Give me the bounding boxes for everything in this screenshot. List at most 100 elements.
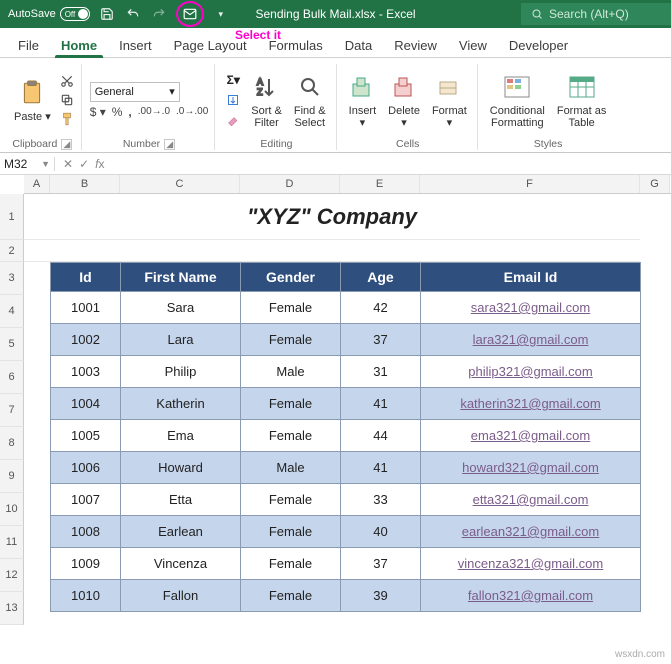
- conditional-formatting-button[interactable]: Conditional Formatting: [486, 69, 549, 131]
- row-headers[interactable]: 12345678910111213: [0, 194, 24, 625]
- tab-file[interactable]: File: [8, 32, 49, 57]
- cell-gender[interactable]: Female: [241, 420, 341, 452]
- paste-button[interactable]: Paste ▾: [10, 75, 55, 125]
- email-link[interactable]: howard321@gmail.com: [462, 460, 599, 475]
- table-row[interactable]: 1006HowardMale41howard321@gmail.com: [51, 452, 641, 484]
- email-link[interactable]: earlean321@gmail.com: [462, 524, 600, 539]
- tab-formulas[interactable]: Formulas: [259, 32, 333, 57]
- delete-cells-button[interactable]: Delete▾: [384, 69, 424, 131]
- row-header-13[interactable]: 13: [0, 592, 24, 625]
- worksheet[interactable]: ABCDEFG 12345678910111213 "XYZ" Company …: [0, 175, 671, 625]
- cell-id[interactable]: 1008: [51, 516, 121, 548]
- cancel-formula-icon[interactable]: ✕: [63, 157, 73, 171]
- row-header-12[interactable]: 12: [0, 559, 24, 592]
- cell-email[interactable]: earlean321@gmail.com: [421, 516, 641, 548]
- column-headers[interactable]: ABCDEFG: [24, 175, 671, 194]
- row-header-1[interactable]: 1: [0, 194, 24, 240]
- table-row[interactable]: 1008EarleanFemale40 earlean321@gmail.com: [51, 516, 641, 548]
- cell-first[interactable]: Earlean: [121, 516, 241, 548]
- cell-id[interactable]: 1005: [51, 420, 121, 452]
- insert-cells-button[interactable]: Insert▾: [345, 69, 381, 131]
- increase-decimal-button[interactable]: .00→.0: [138, 106, 170, 117]
- cell-gender[interactable]: Male: [241, 452, 341, 484]
- cell-first[interactable]: Katherin: [121, 388, 241, 420]
- email-link[interactable]: ema321@gmail.com: [471, 428, 590, 443]
- cell-id[interactable]: 1009: [51, 548, 121, 580]
- cell-first[interactable]: Howard: [121, 452, 241, 484]
- table-row[interactable]: 1004KatherinFemale41katherin321@gmail.co…: [51, 388, 641, 420]
- row-header-8[interactable]: 8: [0, 427, 24, 460]
- email-link[interactable]: lara321@gmail.com: [473, 332, 589, 347]
- cell-gender[interactable]: Female: [241, 292, 341, 324]
- col-header-E[interactable]: E: [340, 175, 420, 193]
- cell-id[interactable]: 1004: [51, 388, 121, 420]
- cell-id[interactable]: 1002: [51, 324, 121, 356]
- tab-view[interactable]: View: [449, 32, 497, 57]
- cell-first[interactable]: Philip: [121, 356, 241, 388]
- fx-icon[interactable]: fx: [95, 157, 104, 171]
- clipboard-dialog-launcher[interactable]: ◢: [61, 139, 72, 150]
- cell-age[interactable]: 42: [341, 292, 421, 324]
- cell-first[interactable]: Etta: [121, 484, 241, 516]
- autosum-button[interactable]: Σ▾: [223, 72, 243, 88]
- table-row[interactable]: 1001SaraFemale42sara321@gmail.com: [51, 292, 641, 324]
- cell-gender[interactable]: Female: [241, 324, 341, 356]
- row-header-4[interactable]: 4: [0, 295, 24, 328]
- col-header-A[interactable]: A: [24, 175, 50, 193]
- format-painter-icon[interactable]: [59, 111, 75, 127]
- cell-first[interactable]: Ema: [121, 420, 241, 452]
- number-format-select[interactable]: General▾: [90, 82, 180, 102]
- cell-first[interactable]: Sara: [121, 292, 241, 324]
- cell-email[interactable]: lara321@gmail.com: [421, 324, 641, 356]
- email-link[interactable]: katherin321@gmail.com: [460, 396, 600, 411]
- tab-insert[interactable]: Insert: [109, 32, 162, 57]
- fill-button[interactable]: [223, 92, 243, 108]
- email-link[interactable]: philip321@gmail.com: [468, 364, 592, 379]
- decrease-decimal-button[interactable]: .0→.00: [176, 106, 208, 117]
- cell-email[interactable]: ema321@gmail.com: [421, 420, 641, 452]
- cell-first[interactable]: Lara: [121, 324, 241, 356]
- tab-data[interactable]: Data: [335, 32, 382, 57]
- row-header-3[interactable]: 3: [0, 262, 24, 295]
- cell-email[interactable]: philip321@gmail.com: [421, 356, 641, 388]
- row-header-10[interactable]: 10: [0, 493, 24, 526]
- cell-email[interactable]: howard321@gmail.com: [421, 452, 641, 484]
- table-row[interactable]: 1002LaraFemale37lara321@gmail.com: [51, 324, 641, 356]
- col-header-B[interactable]: B: [50, 175, 120, 193]
- row-header-9[interactable]: 9: [0, 460, 24, 493]
- qat-dropdown-icon[interactable]: ▾: [212, 5, 230, 23]
- cell-age[interactable]: 31: [341, 356, 421, 388]
- tab-developer[interactable]: Developer: [499, 32, 578, 57]
- row-header-6[interactable]: 6: [0, 361, 24, 394]
- percent-format-button[interactable]: %: [112, 105, 123, 119]
- copy-icon[interactable]: [59, 92, 75, 108]
- email-link[interactable]: fallon321@gmail.com: [468, 588, 593, 603]
- cell-email[interactable]: etta321@gmail.com: [421, 484, 641, 516]
- cell-gender[interactable]: Female: [241, 580, 341, 612]
- cell-age[interactable]: 40: [341, 516, 421, 548]
- grid-area[interactable]: "XYZ" Company IdFirst NameGenderAgeEmail…: [24, 194, 641, 625]
- email-link[interactable]: etta321@gmail.com: [473, 492, 589, 507]
- cell-id[interactable]: 1003: [51, 356, 121, 388]
- table-row[interactable]: 1009VincenzaFemale37vincenza321@gmail.co…: [51, 548, 641, 580]
- row-header-2[interactable]: 2: [0, 240, 24, 262]
- cell-id[interactable]: 1010: [51, 580, 121, 612]
- row-header-7[interactable]: 7: [0, 394, 24, 427]
- tab-home[interactable]: Home: [51, 32, 107, 57]
- cell-email[interactable]: sara321@gmail.com: [421, 292, 641, 324]
- table-row[interactable]: 1007EttaFemale33etta321@gmail.com: [51, 484, 641, 516]
- find-select-button[interactable]: Find & Select: [290, 69, 330, 131]
- cell-email[interactable]: vincenza321@gmail.com: [421, 548, 641, 580]
- email-link[interactable]: vincenza321@gmail.com: [458, 556, 603, 571]
- enter-formula-icon[interactable]: ✓: [79, 157, 89, 171]
- cell-gender[interactable]: Female: [241, 516, 341, 548]
- cell-age[interactable]: 41: [341, 452, 421, 484]
- cell-gender[interactable]: Female: [241, 484, 341, 516]
- undo-icon[interactable]: [124, 5, 142, 23]
- cell-age[interactable]: 39: [341, 580, 421, 612]
- col-header-C[interactable]: C: [120, 175, 240, 193]
- format-cells-button[interactable]: Format▾: [428, 69, 471, 131]
- autosave-switch[interactable]: Off: [60, 7, 90, 21]
- cell-email[interactable]: fallon321@gmail.com: [421, 580, 641, 612]
- cell-age[interactable]: 44: [341, 420, 421, 452]
